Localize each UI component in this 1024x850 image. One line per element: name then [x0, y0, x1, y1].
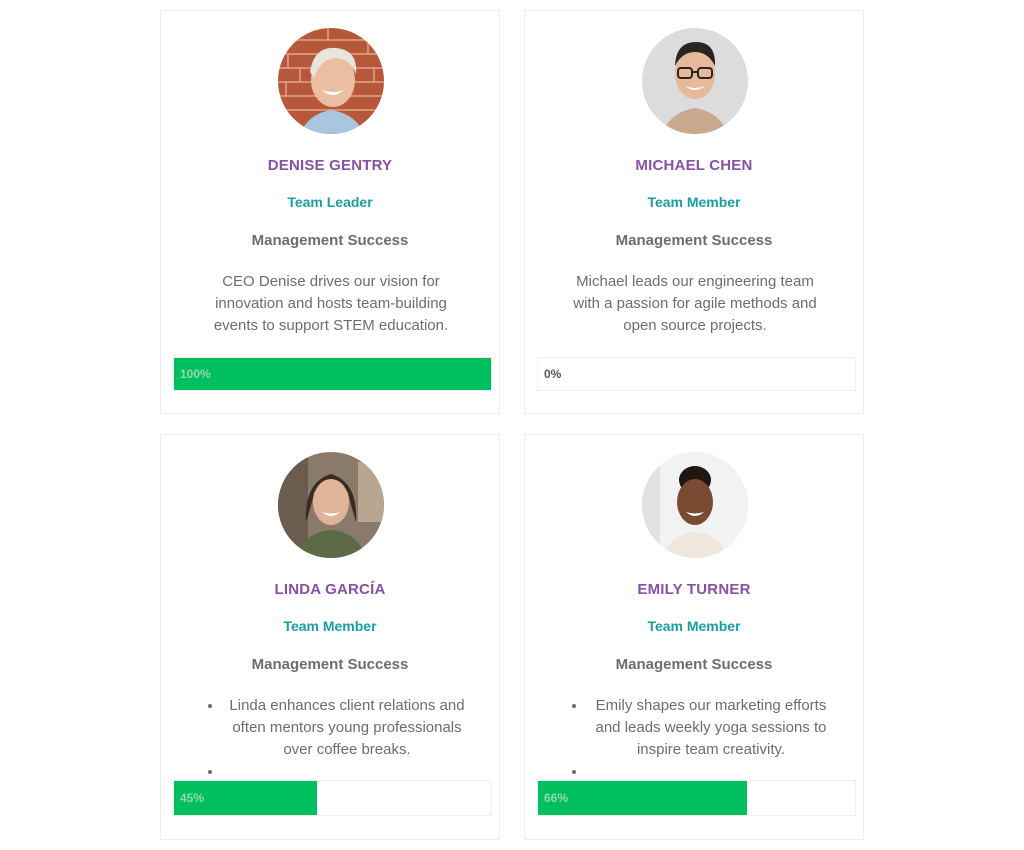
team-card-linda: LINDA GARCÍA Team Member Management Succ… [160, 434, 500, 840]
progress-label: 100% [180, 367, 211, 381]
skill-title: Management Success [615, 656, 773, 673]
member-role: Team Member [647, 194, 741, 210]
member-description-list: Emily shapes our marketing efforts and l… [565, 695, 835, 783]
team-card-michael: MICHAEL CHEN Team Member Management Succ… [524, 10, 864, 414]
progress-label: 66% [544, 791, 569, 805]
member-name: LINDA GARCÍA [274, 581, 386, 598]
progress-fill [174, 358, 491, 390]
avatar [278, 28, 384, 134]
avatar [642, 452, 748, 558]
member-role: Team Member [283, 618, 377, 634]
team-card-emily: EMILY TURNER Team Member Management Succ… [524, 434, 864, 840]
member-name: EMILY TURNER [637, 581, 751, 598]
portrait-image [642, 452, 748, 558]
member-description: Michael leads our engineering team with … [573, 273, 817, 334]
progress-bar: 100% [173, 357, 492, 391]
avatar [278, 452, 384, 558]
member-description: CEO Denise drives our vision for innovat… [213, 273, 449, 334]
portrait-image [278, 28, 384, 134]
member-role: Team Member [647, 618, 741, 634]
team-grid: DENISE GENTRY Team Leader Management Suc… [0, 0, 1024, 850]
portrait-image [642, 28, 748, 134]
team-card-denise: DENISE GENTRY Team Leader Management Suc… [160, 10, 500, 414]
progress-label: 0% [544, 367, 562, 381]
portrait-image [278, 452, 384, 558]
member-role: Team Leader [287, 194, 373, 210]
list-item: Emily shapes our marketing efforts and l… [587, 695, 835, 761]
progress-fill [538, 781, 748, 815]
progress-bar: 0% [537, 357, 856, 391]
skill-title: Management Success [615, 232, 773, 249]
progress-bar: 45% [173, 780, 492, 816]
list-item: Linda enhances client relations and ofte… [223, 695, 471, 761]
avatar [642, 28, 748, 134]
progress-bar: 66% [537, 780, 856, 816]
skill-title: Management Success [251, 656, 409, 673]
progress-label: 45% [180, 791, 205, 805]
member-name: DENISE GENTRY [267, 157, 393, 174]
skill-title: Management Success [251, 232, 409, 249]
member-description-list: Linda enhances client relations and ofte… [201, 695, 471, 783]
member-name: MICHAEL CHEN [635, 157, 753, 174]
